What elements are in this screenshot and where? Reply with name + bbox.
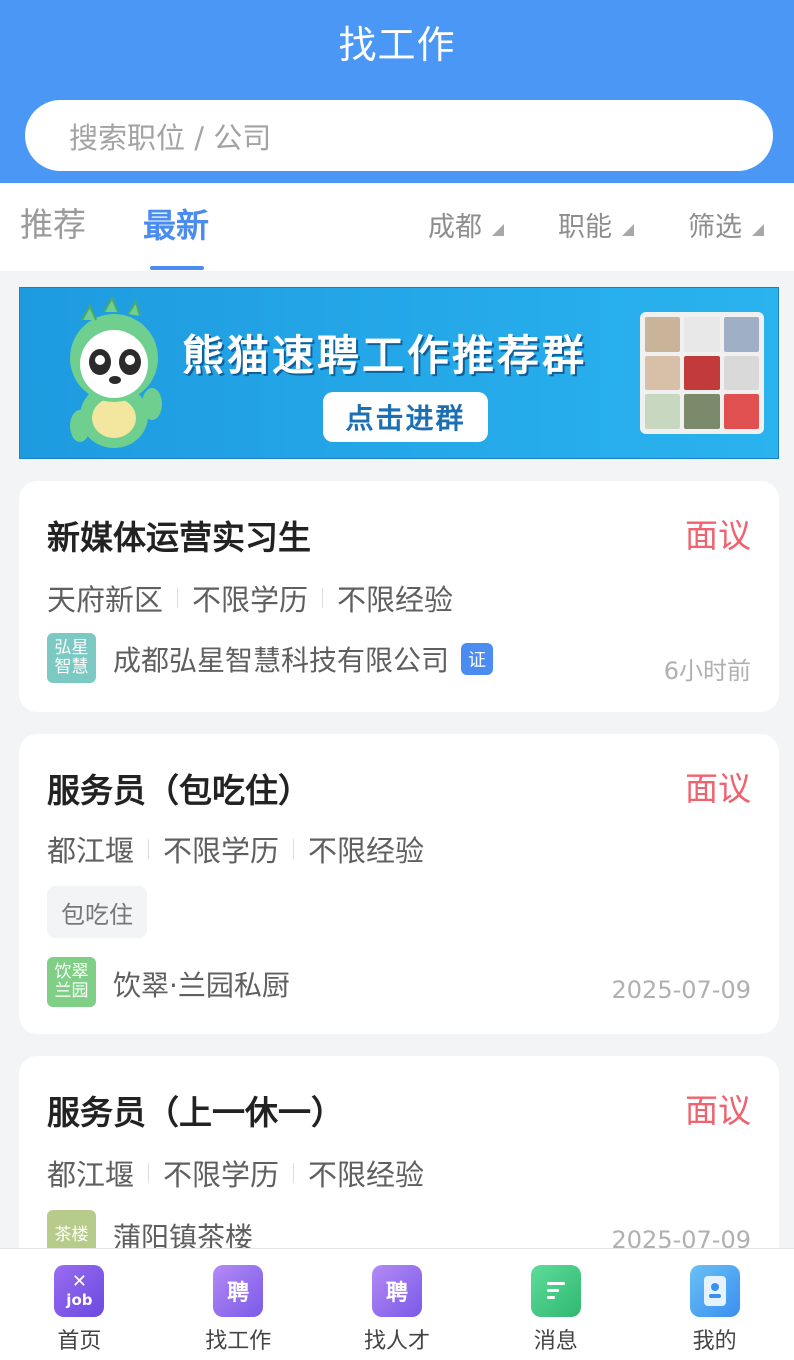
job-requirements: 都江堰 不限学历 不限经验 <box>47 1152 424 1194</box>
home-job-icon: ✕ job <box>54 1265 105 1317</box>
nav-find-job-label: 找工作 <box>205 1329 272 1354</box>
job-salary: 面议 <box>685 1091 751 1130</box>
job-education: 不限学历 <box>163 1158 280 1192</box>
company-row: 成都弘星智慧科技有限公司 证 <box>113 639 494 679</box>
dropdown-triangle-icon <box>752 224 764 236</box>
profile-icon <box>689 1265 740 1317</box>
tab-latest[interactable]: 最新 <box>143 199 209 247</box>
company-row: 饮翠·兰园私厨 <box>113 964 290 1004</box>
group-avatar-grid <box>640 312 764 434</box>
divider <box>148 839 150 859</box>
job-education: 不限学历 <box>163 834 280 868</box>
home-icon-text: job <box>66 1291 93 1309</box>
nav-mine-label: 我的 <box>692 1329 737 1354</box>
nav-home[interactable]: ✕ job 首页 <box>0 1249 159 1360</box>
filter-city[interactable]: 成都 <box>428 205 504 244</box>
job-tag: 包吃住 <box>47 886 147 938</box>
company-name: 成都弘星智慧科技有限公司 <box>113 644 450 677</box>
job-experience: 不限经验 <box>337 583 454 617</box>
nav-find-talent[interactable]: 聘 找人才 <box>318 1249 477 1360</box>
nav-mine[interactable]: 我的 <box>635 1249 794 1360</box>
nav-messages[interactable]: 消息 <box>476 1249 635 1360</box>
job-title: 服务员（包吃住） <box>47 771 311 810</box>
filter-function[interactable]: 职能 <box>558 205 634 244</box>
message-icon <box>530 1265 581 1317</box>
verified-badge: 证 <box>461 643 494 675</box>
header: 找工作 搜索职位 / 公司 <box>0 0 794 183</box>
divider <box>293 1163 295 1183</box>
tab-recommend[interactable]: 推荐 <box>20 198 86 246</box>
bottom-nav: ✕ job 首页 聘 找工作 聘 找人才 消息 我的 <box>0 1248 794 1360</box>
page-title: 找工作 <box>338 23 456 67</box>
tab-active-indicator <box>150 266 204 270</box>
dropdown-triangle-icon <box>492 224 504 236</box>
job-education: 不限学历 <box>192 583 309 617</box>
filter-screen-label: 筛选 <box>688 212 742 243</box>
nav-find-talent-label: 找人才 <box>363 1329 430 1354</box>
job-card[interactable]: 服务员（包吃住） 面议 都江堰 不限学历 不限经验 包吃住 饮翠兰园 饮翠·兰园… <box>19 734 779 1034</box>
divider <box>148 1163 150 1183</box>
hire-icon: 聘 <box>213 1265 264 1317</box>
job-title: 新媒体运营实习生 <box>47 518 311 557</box>
job-title: 服务员（上一休一） <box>47 1093 344 1132</box>
search-input[interactable]: 搜索职位 / 公司 <box>25 100 773 171</box>
job-requirements: 都江堰 不限学历 不限经验 <box>47 828 424 870</box>
job-requirements: 天府新区 不限学历 不限经验 <box>47 577 453 619</box>
divider <box>177 588 179 608</box>
post-time: 6小时前 <box>663 657 751 685</box>
job-location: 都江堰 <box>47 1158 135 1192</box>
divider <box>322 588 324 608</box>
job-salary: 面议 <box>685 516 751 555</box>
company-logo: 弘星智慧 <box>47 633 96 683</box>
job-experience: 不限经验 <box>308 1158 425 1192</box>
filter-screen[interactable]: 筛选 <box>688 205 764 244</box>
job-location: 都江堰 <box>47 834 135 868</box>
dropdown-triangle-icon <box>622 224 634 236</box>
nav-messages-label: 消息 <box>533 1329 578 1354</box>
job-card[interactable]: 新媒体运营实习生 面议 天府新区 不限学历 不限经验 弘星智慧 成都弘星智慧科技… <box>19 481 779 712</box>
tab-bar: 推荐 成都 职能 筛选 <box>0 183 794 271</box>
post-time: 2025-07-09 <box>611 976 751 1004</box>
panda-mascot-icon <box>70 296 162 448</box>
nav-find-job[interactable]: 聘 找工作 <box>159 1249 318 1360</box>
divider <box>293 839 295 859</box>
filter-function-label: 职能 <box>558 212 612 243</box>
company-name: 饮翠·兰园私厨 <box>113 969 290 1002</box>
hire-icon: 聘 <box>371 1265 422 1317</box>
company-logo: 饮翠兰园 <box>47 957 96 1007</box>
job-location: 天府新区 <box>47 583 164 617</box>
promo-banner[interactable]: 熊猫速聘工作推荐群 点击进群 <box>19 287 779 459</box>
job-salary: 面议 <box>685 769 751 808</box>
nav-home-label: 首页 <box>57 1329 102 1354</box>
banner-title: 熊猫速聘工作推荐群 <box>182 331 588 380</box>
job-card[interactable]: 服务员（上一休一） 面议 都江堰 不限学历 不限经验 茶楼 蒲阳镇茶楼 2025… <box>19 1056 779 1276</box>
job-experience: 不限经验 <box>308 834 425 868</box>
join-group-button[interactable]: 点击进群 <box>323 392 488 442</box>
filter-city-label: 成都 <box>428 212 482 243</box>
search-placeholder: 搜索职位 / 公司 <box>69 120 272 155</box>
